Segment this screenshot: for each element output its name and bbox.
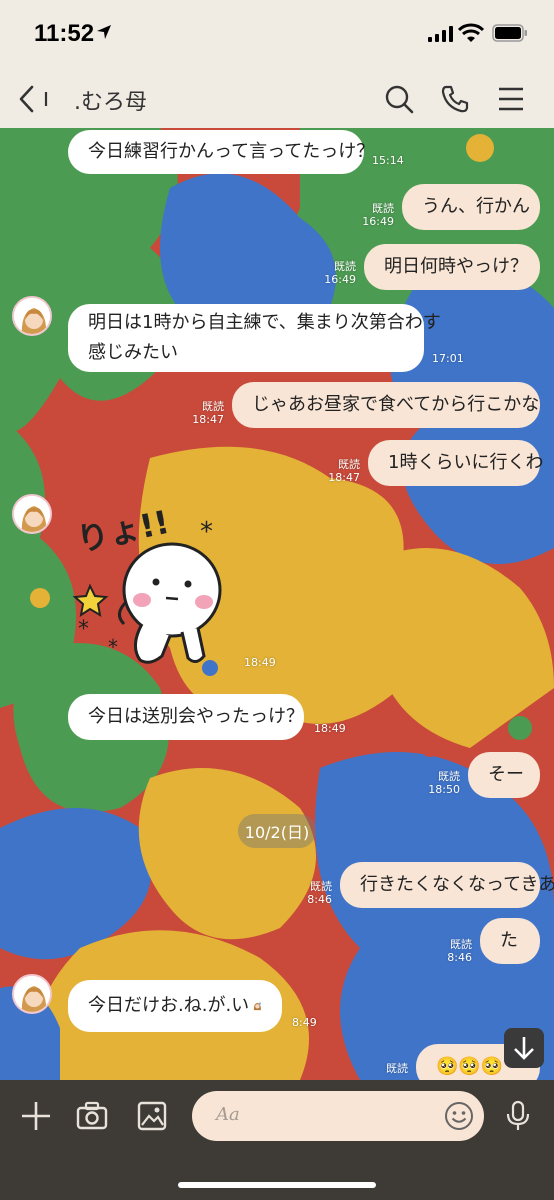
camera-button[interactable]: [74, 1098, 110, 1134]
search-button[interactable]: [382, 82, 416, 116]
image-icon: [137, 1101, 167, 1131]
arrow-down-icon: [514, 1037, 534, 1060]
back-button[interactable]: [18, 82, 52, 116]
message-text: 今日練習行かんって言ってたっけ？: [88, 141, 375, 162]
message-time: 18:47: [192, 413, 224, 426]
message-time: 18:47: [328, 471, 360, 484]
scroll-to-bottom-button[interactable]: [504, 1028, 544, 1068]
message-text: 🥺🥺🥺: [436, 1056, 504, 1077]
photo-button[interactable]: [134, 1098, 170, 1134]
read-receipt: 既読: [450, 938, 472, 951]
home-indicator: [178, 1182, 376, 1188]
message-bubble-outgoing[interactable]: 1時くらいに行くわ: [368, 440, 544, 486]
read-receipt: 既読: [310, 880, 332, 893]
call-button[interactable]: [438, 82, 472, 116]
camera-icon: [76, 1101, 108, 1130]
girl-emoji-icon: [254, 1002, 262, 1011]
message-bubble-outgoing[interactable]: そー: [468, 752, 540, 798]
message-time: 16:49: [362, 215, 394, 228]
message-text: 今日だけお.ね.が.い: [88, 995, 250, 1016]
message-bubble-incoming[interactable]: 明日は1時から自主練で、集まり次第合わす 感じみたい: [68, 304, 441, 372]
read-receipt: 既読: [438, 770, 460, 783]
message-time: 15:14: [372, 154, 404, 167]
wifi-icon: [458, 23, 484, 42]
read-receipt: 既読: [334, 260, 356, 273]
avatar[interactable]: [12, 296, 52, 336]
read-receipt: 既読: [372, 202, 394, 215]
message-time: 17:01: [432, 352, 464, 365]
message-input-bar: Aa: [0, 1080, 554, 1200]
status-time: 11:52: [34, 20, 95, 47]
message-text: そー: [488, 764, 524, 785]
location-arrow-icon: [97, 25, 111, 39]
message-time: 8:49: [292, 1016, 317, 1029]
message-text: 1時くらいに行くわ: [388, 452, 544, 473]
message-bubble-incoming[interactable]: 今日は送別会やったっけ？: [68, 694, 304, 740]
message-text: うん、行かん: [422, 196, 530, 217]
message-time: 18:50: [428, 783, 460, 796]
message-bubble-incoming[interactable]: 今日だけお.ね.が.い: [68, 980, 282, 1032]
date-separator: 10/2(日): [238, 814, 316, 848]
svg-text:*: *: [108, 635, 118, 659]
message-text: じゃあお昼家で食べてから行こかな: [252, 394, 540, 415]
sticker-message[interactable]: りょ!! * * *: [70, 503, 240, 670]
emoji-icon[interactable]: [444, 1101, 474, 1131]
microphone-icon: [506, 1100, 530, 1130]
voice-button[interactable]: [500, 1098, 536, 1134]
message-text: た: [500, 930, 518, 951]
message-time: 18:49: [314, 722, 346, 735]
plus-icon: [22, 1102, 50, 1130]
message-text-line2: 感じみたい: [88, 342, 178, 363]
battery-icon: [492, 24, 527, 42]
search-icon: [385, 85, 414, 114]
chat-title: .むろ母: [74, 90, 147, 115]
svg-text:*: *: [78, 617, 89, 642]
phone-icon: [441, 85, 469, 113]
message-bubble-outgoing[interactable]: 明日何時やっけ？: [364, 244, 540, 290]
message-text: 明日は1時から自主練で、集まり次第合わす: [88, 312, 441, 333]
avatar[interactable]: [12, 974, 52, 1014]
message-bubble-outgoing[interactable]: 行きたくなくなってきあ: [340, 862, 554, 908]
read-receipt: 既読: [338, 458, 360, 471]
read-receipt: 既読: [386, 1062, 408, 1075]
message-bubble-outgoing[interactable]: じゃあお昼家で食べてから行こかな: [232, 382, 540, 428]
message-time: 16:49: [324, 273, 356, 286]
chat-area[interactable]: 今日練習行かんって言ってたっけ？ 15:14 既読 16:49 うん、行かん 既…: [0, 128, 554, 1080]
cellular-signal-icon: [428, 26, 453, 42]
message-bubble-incoming[interactable]: 今日練習行かんって言ってたっけ？: [68, 130, 374, 174]
chevron-left-icon: [19, 85, 48, 113]
svg-text:*: *: [200, 517, 213, 547]
message-text: 行きたくなくなってきあ: [360, 874, 554, 895]
message-time: 18:49: [244, 656, 276, 669]
message-time: 8:46: [447, 951, 472, 964]
menu-button[interactable]: [494, 82, 528, 116]
message-time: 8:46: [307, 893, 332, 906]
avatar[interactable]: [12, 494, 52, 534]
smiling-mascot-icon: * * *: [72, 517, 222, 664]
message-input[interactable]: Aa: [192, 1091, 484, 1141]
message-bubble-outgoing[interactable]: うん、行かん: [402, 184, 540, 230]
message-input-placeholder: Aa: [216, 1104, 240, 1125]
add-button[interactable]: [18, 1098, 54, 1134]
status-bar: 11:52: [0, 0, 554, 70]
message-text: 明日何時やっけ？: [384, 256, 528, 277]
message-bubble-outgoing[interactable]: た: [480, 918, 540, 964]
message-text: 今日は送別会やったっけ？: [88, 706, 304, 727]
menu-icon: [499, 87, 523, 111]
read-receipt: 既読: [202, 400, 224, 413]
chat-header: .むろ母: [0, 70, 554, 128]
